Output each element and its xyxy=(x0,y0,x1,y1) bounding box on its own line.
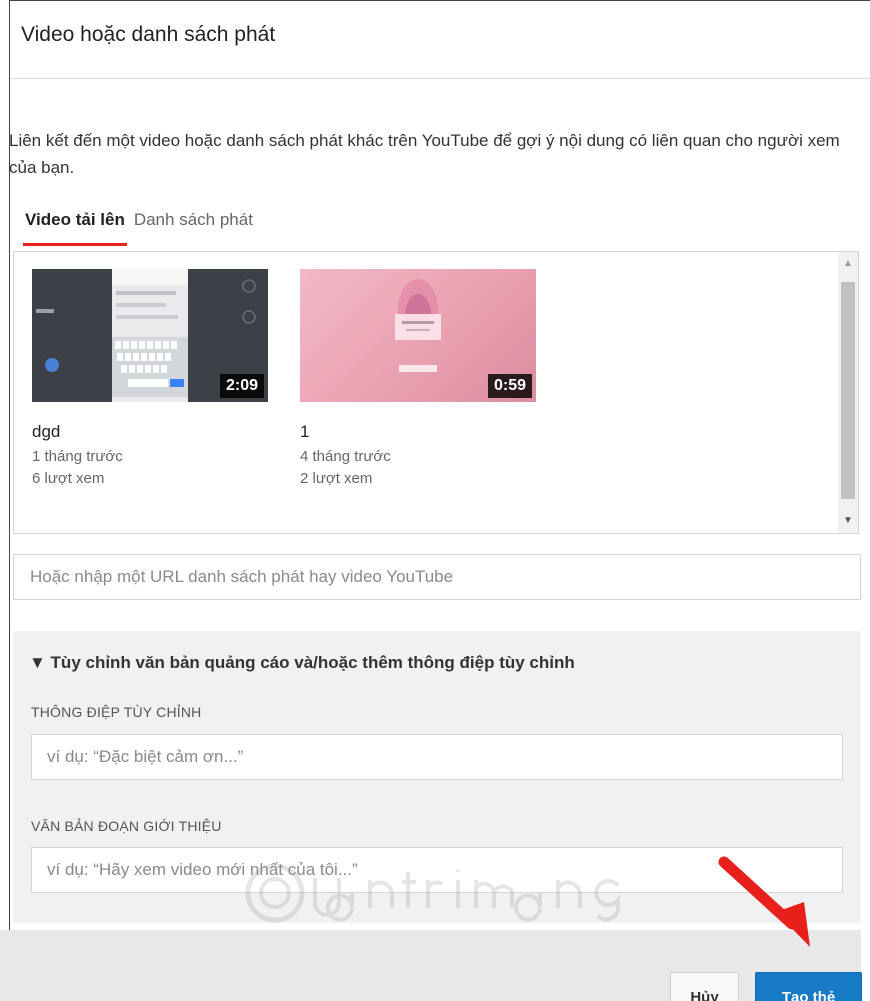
video-age: 4 tháng trước xyxy=(300,448,391,465)
dialog-title: Video hoặc danh sách phát xyxy=(21,23,276,46)
watermark-logo xyxy=(245,863,620,923)
video-url-input[interactable] xyxy=(13,554,861,600)
video-title: dgd xyxy=(32,422,61,441)
custom-message-input[interactable] xyxy=(31,734,843,780)
teaser-text-label: VĂN BẢN ĐOẠN GIỚI THIỆU xyxy=(31,818,222,834)
scrollbar-thumb[interactable] xyxy=(841,282,855,499)
dialog-description: Liên kết đến một video hoặc danh sách ph… xyxy=(9,131,840,177)
tab-uploads[interactable]: Video tải lên xyxy=(23,210,127,246)
video-thumbnail: 2:09 xyxy=(32,269,268,402)
video-title: 1 xyxy=(300,422,310,441)
video-card[interactable]: 2:09 dgd 1 tháng trước 6 lượt xem xyxy=(32,269,268,487)
video-list-scrollbar[interactable]: ▲ ▼ xyxy=(838,252,858,533)
scroll-up-icon[interactable]: ▲ xyxy=(838,254,858,274)
custom-message-label: THÔNG ĐIỆP TÙY CHỈNH xyxy=(31,704,202,720)
video-age: 1 tháng trước xyxy=(32,448,123,465)
video-card[interactable]: 0:59 1 4 tháng trước 2 lượt xem xyxy=(300,269,536,487)
scroll-down-icon[interactable]: ▼ xyxy=(838,511,858,531)
source-tabs: Video tải lên Danh sách phát xyxy=(23,210,255,246)
video-duration: 0:59 xyxy=(487,374,532,398)
divider xyxy=(10,78,870,79)
customize-toggle[interactable]: ▼ Tùy chỉnh văn bản quảng cáo và/hoặc th… xyxy=(29,653,575,673)
create-card-button[interactable]: Tạo thẻ xyxy=(755,972,862,1001)
video-views: 2 lượt xem xyxy=(300,470,373,487)
video-views: 6 lượt xem xyxy=(32,470,105,487)
cancel-button[interactable]: Hủy xyxy=(670,972,739,1001)
video-duration: 2:09 xyxy=(219,374,264,398)
video-grid: 2:09 dgd 1 tháng trước 6 lượt xem 0:59 1… xyxy=(13,251,859,534)
tab-playlists[interactable]: Danh sách phát xyxy=(132,210,255,246)
video-thumbnail: 0:59 xyxy=(300,269,536,402)
